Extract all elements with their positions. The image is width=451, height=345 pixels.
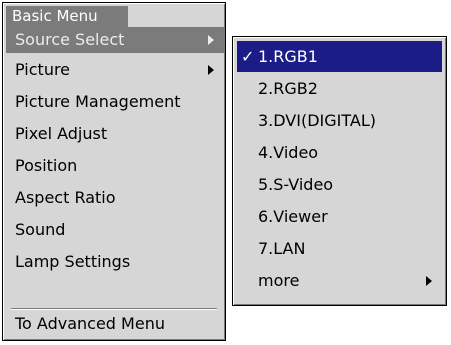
menu-item-label: Picture [15,60,71,79]
menu-item-label: Sound [15,220,66,239]
menu-item-aspect-ratio[interactable]: Aspect Ratio [6,183,224,213]
submenu-arrow-icon [208,65,214,75]
submenu-item-viewer[interactable]: 6.Viewer [237,201,442,232]
menu-item-label: Lamp Settings [15,252,131,271]
source-select-submenu: ✓ 1.RGB1 2.RGB2 3.DVI(DIGITAL) 4.Video 5.… [232,36,447,306]
submenu-arrow-icon [426,275,432,286]
menu-item-sound[interactable]: Sound [6,215,224,245]
submenu-arrow-icon [208,35,214,45]
submenu-item-lan[interactable]: 7.LAN [237,233,442,264]
submenu-item-label: more [258,271,300,290]
submenu-item-label: 3.DVI(DIGITAL) [258,111,376,130]
submenu-item-dvi-digital[interactable]: 3.DVI(DIGITAL) [237,105,442,136]
submenu-item-s-video[interactable]: 5.S-Video [237,169,442,200]
submenu-item-label: 2.RGB2 [258,79,318,98]
menu-item-label: Pixel Adjust [15,124,108,143]
menu-item-label: Source Select [15,30,125,49]
submenu-item-label: 7.LAN [258,239,306,258]
menu-item-to-advanced-menu[interactable]: To Advanced Menu [6,309,224,339]
menu-item-picture[interactable]: Picture [6,55,224,85]
submenu-item-video[interactable]: 4.Video [237,137,442,168]
submenu-item-label: 5.S-Video [258,175,334,194]
menu-item-lamp-settings[interactable]: Lamp Settings [6,247,224,277]
submenu-item-rgb2[interactable]: 2.RGB2 [237,73,442,104]
menu-item-label: Position [15,156,78,175]
menu-item-label: To Advanced Menu [15,314,165,333]
menu-item-pixel-adjust[interactable]: Pixel Adjust [6,119,224,149]
menu-item-label: Picture Management [15,92,181,111]
submenu-item-label: 4.Video [258,143,319,162]
submenu-item-more[interactable]: more [237,265,442,296]
submenu-item-label: 1.RGB1 [258,47,318,66]
menu-title: Basic Menu [6,6,128,27]
submenu-item-rgb1[interactable]: ✓ 1.RGB1 [237,41,442,72]
basic-menu: Basic Menu Source Select Picture Picture… [2,2,226,341]
checkmark-icon: ✓ [241,47,255,66]
menu-item-label: Aspect Ratio [15,188,116,207]
menu-item-picture-management[interactable]: Picture Management [6,87,224,117]
menu-item-source-select[interactable]: Source Select [6,27,224,53]
menu-item-position[interactable]: Position [6,151,224,181]
submenu-item-label: 6.Viewer [258,207,328,226]
